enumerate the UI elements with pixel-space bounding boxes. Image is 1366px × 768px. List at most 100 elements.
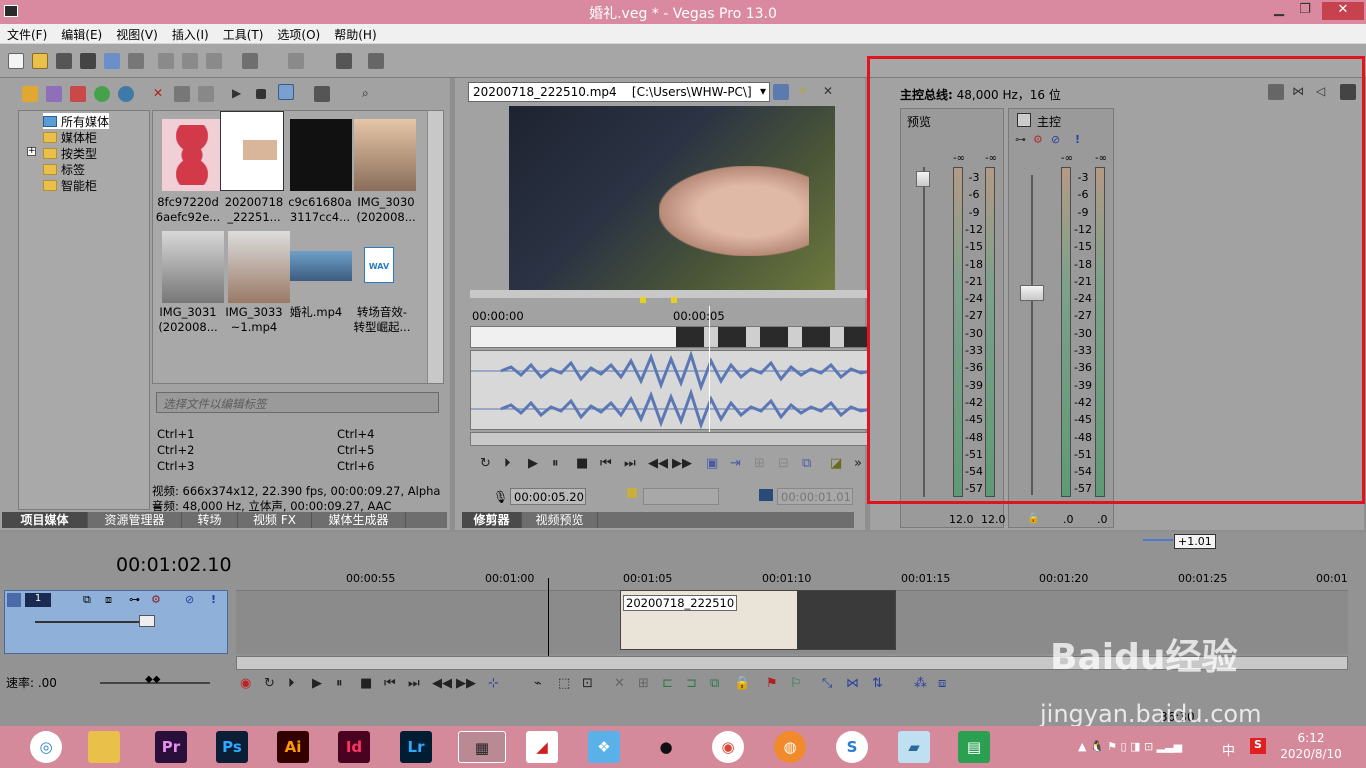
split-icon[interactable]: ⧉: [710, 676, 719, 691]
tree-item-smart-bin[interactable]: 智能柜: [43, 177, 97, 193]
track-fx-icon[interactable]: ⊶: [129, 593, 140, 606]
timeline-clip[interactable]: 20200718_222510: [620, 590, 896, 650]
trim-icon[interactable]: ⊞: [638, 676, 649, 691]
mark-in[interactable]: [640, 297, 646, 303]
insert-fx-icon[interactable]: ⊶: [1015, 133, 1026, 146]
media-scrollbar[interactable]: [427, 111, 443, 383]
tab-video-preview[interactable]: 视频预览: [522, 512, 598, 528]
track-motion-icon[interactable]: ⧉: [83, 593, 91, 607]
prev-frame-icon[interactable]: ◀◀: [648, 456, 668, 471]
delete-icon[interactable]: ✕: [614, 676, 625, 691]
go-end-icon[interactable]: ⏭: [408, 676, 420, 691]
render-icon[interactable]: [104, 53, 120, 69]
prev-frame-icon[interactable]: ◀◀: [432, 676, 452, 691]
menu-file[interactable]: 文件(F): [0, 24, 54, 43]
remove-icon[interactable]: ✕: [150, 86, 166, 102]
go-start-icon[interactable]: ⏮: [600, 456, 612, 471]
zoom-tool-icon[interactable]: ⊡: [582, 676, 593, 691]
views-icon[interactable]: [314, 86, 330, 102]
dim-icon[interactable]: ◁: [1316, 84, 1332, 100]
auto-crossfade-icon[interactable]: ⋈: [846, 676, 859, 691]
media-thumb-img3031[interactable]: [162, 231, 224, 303]
media-thumb-img3030[interactable]: [354, 119, 416, 191]
lightroom-icon[interactable]: Lr: [400, 731, 432, 763]
properties-icon[interactable]: [128, 53, 144, 69]
split-icon[interactable]: ⧉: [802, 456, 811, 471]
master-fader[interactable]: [1020, 285, 1044, 301]
play-from-start-icon[interactable]: ⏵: [504, 456, 511, 471]
ime-indicator[interactable]: 中: [1222, 740, 1235, 759]
tab-trimmer[interactable]: 修剪器: [462, 512, 522, 528]
web-icon[interactable]: [94, 86, 110, 102]
track-level-slider[interactable]: [139, 615, 155, 627]
tab-video-fx[interactable]: 视频 FX: [238, 512, 312, 528]
ripple-icon[interactable]: ⇅: [872, 676, 883, 691]
play-preview-icon[interactable]: ▶: [232, 86, 248, 102]
mute-icon[interactable]: ⊘: [1051, 133, 1060, 146]
next-frame-icon[interactable]: ▶▶: [672, 456, 692, 471]
whats-this-icon[interactable]: [368, 53, 384, 69]
paste-icon[interactable]: [206, 53, 222, 69]
trim-start-icon[interactable]: ⊏: [662, 676, 673, 691]
menu-view[interactable]: 视图(V): [109, 24, 165, 43]
trim-tool-icon[interactable]: ⚡: [799, 84, 815, 100]
tab-explorer[interactable]: 资源管理器: [88, 512, 182, 528]
menu-options[interactable]: 选项(O): [270, 24, 327, 43]
fx-gear-icon[interactable]: ⚙: [1033, 133, 1043, 146]
save-as-icon[interactable]: [80, 53, 96, 69]
fit-icon[interactable]: ⊞: [754, 456, 765, 471]
menu-help[interactable]: 帮助(H): [327, 24, 383, 43]
restore-icon[interactable]: ❐: [1290, 2, 1320, 20]
master-square-icon[interactable]: [1017, 113, 1031, 127]
start-icon[interactable]: ◎: [30, 731, 62, 763]
trimmer-audio-waveform[interactable]: [470, 350, 873, 430]
loop-icon[interactable]: ↻: [480, 456, 491, 471]
tray-icons[interactable]: ▲ 🐧 ⚑ ▯ ◨ ⊡ ▂▃▅: [1078, 740, 1182, 753]
app-icon-blue[interactable]: ❖: [588, 731, 620, 763]
overwrite-icon[interactable]: ▣: [706, 456, 718, 471]
media-thumb-20200718[interactable]: [220, 111, 284, 191]
timeline-cursor[interactable]: [548, 578, 549, 658]
play-from-start-icon[interactable]: ⏵: [288, 676, 295, 691]
insert-icon[interactable]: ⇥: [730, 456, 741, 471]
trim-end-icon[interactable]: ⊐: [686, 676, 697, 691]
cut-icon[interactable]: [158, 53, 174, 69]
chrome-icon[interactable]: ◉: [712, 731, 744, 763]
go-end-icon[interactable]: ⏭: [624, 456, 636, 471]
pause-icon[interactable]: ⏸: [552, 456, 559, 471]
media-properties-icon[interactable]: [174, 86, 190, 102]
trimmer-current-time[interactable]: 00:00:05.20: [510, 488, 586, 505]
add-to-timeline-icon[interactable]: [773, 84, 789, 100]
tab-transitions[interactable]: 转场: [182, 512, 238, 528]
trimmer-length[interactable]: 00:00:01.01: [777, 488, 853, 505]
track-mute-icon[interactable]: ⊘: [185, 593, 194, 606]
play-icon[interactable]: ▶: [312, 676, 322, 691]
normal-edit-tool-icon[interactable]: ⊹: [488, 676, 499, 691]
record-icon[interactable]: ◉: [240, 676, 251, 691]
sogou-tray-icon[interactable]: S: [1250, 738, 1266, 754]
photoshop-icon[interactable]: Ps: [216, 731, 248, 763]
tree-item-tags[interactable]: 标签: [43, 161, 85, 177]
tab-media-generators[interactable]: 媒体生成器: [312, 512, 406, 528]
gear-icon[interactable]: ⚙: [151, 593, 161, 606]
search-icon[interactable]: ⌕: [362, 86, 378, 102]
plugin-icon[interactable]: [198, 86, 214, 102]
region-icon[interactable]: ⚐: [790, 676, 802, 691]
stop-preview-icon[interactable]: [256, 89, 266, 99]
trimmer-video-strip[interactable]: [470, 326, 873, 348]
rate-slider-handle[interactable]: ◆◆: [145, 674, 160, 685]
trimmer-close-icon[interactable]: ✕: [823, 84, 839, 100]
track-solo-icon[interactable]: !: [211, 593, 216, 606]
snap-icon[interactable]: ⤡: [822, 676, 832, 691]
tag-input[interactable]: 选择文件以编辑标签: [156, 392, 439, 413]
media-thumb-wav[interactable]: WAV: [364, 247, 394, 283]
media-thumb-hearts[interactable]: [162, 119, 224, 191]
redo-icon[interactable]: [288, 53, 304, 69]
app-icon-red[interactable]: ◢: [526, 731, 558, 763]
edit-tool-icon[interactable]: [336, 53, 352, 69]
trimmer-cursor[interactable]: [709, 306, 710, 434]
undo-icon[interactable]: [242, 53, 258, 69]
app-icon-tilted[interactable]: ▰: [898, 731, 930, 763]
go-start-icon[interactable]: ⏮: [384, 676, 396, 691]
save-icon[interactable]: [56, 53, 72, 69]
